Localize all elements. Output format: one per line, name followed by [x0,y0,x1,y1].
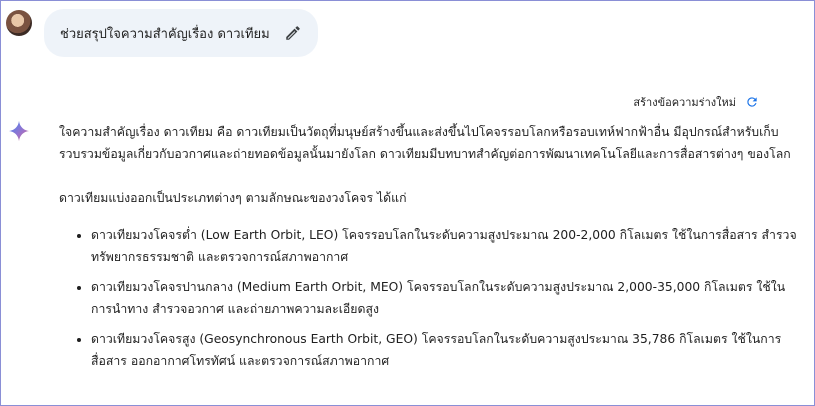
user-prompt-bubble: ช่วยสรุปใจความสำคัญเรื่อง ดาวเทียม [44,9,318,57]
user-avatar[interactable] [6,10,32,36]
response-paragraph: ใจความสำคัญเรื่อง ดาวเทียม คือ ดาวเทียมเ… [59,125,791,161]
orbit-type-list: ดาวเทียมวงโคจรต่ำ (Low Earth Orbit, LEO)… [59,224,804,372]
list-item: ดาวเทียมวงโคจรสูง (Geosynchronous Earth … [91,328,804,372]
list-item: ดาวเทียมวงโคจรต่ำ (Low Earth Orbit, LEO)… [91,224,804,268]
assistant-response: ใจความสำคัญเรื่อง ดาวเทียม คือ ดาวเทียมเ… [59,121,804,380]
user-message-row: ช่วยสรุปใจความสำคัญเรื่อง ดาวเทียม [6,8,318,57]
refresh-icon [745,95,759,109]
regenerate-draft-label: สร้างข้อความร่างใหม่ [633,96,736,109]
regenerate-draft-button[interactable]: สร้างข้อความร่างใหม่ [633,93,759,111]
list-item: ดาวเทียมวงโคจรปานกลาง (Medium Earth Orbi… [91,276,804,320]
pencil-icon[interactable] [284,24,302,42]
response-paragraph: ดาวเทียมแบ่งออกเป็นประเภทต่างๆ ตามลักษณะ… [59,191,407,205]
user-prompt-text: ช่วยสรุปใจความสำคัญเรื่อง ดาวเทียม [60,26,270,42]
sparkle-icon [8,120,30,142]
